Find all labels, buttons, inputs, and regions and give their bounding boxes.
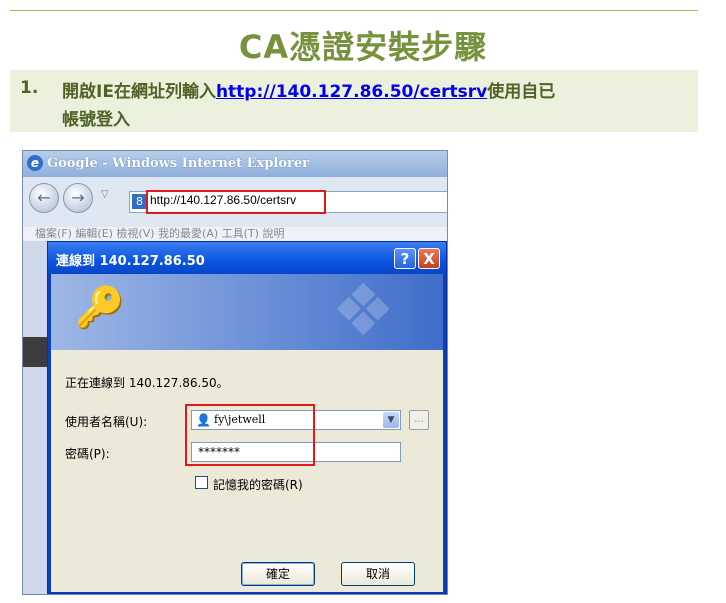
address-highlight-box bbox=[146, 190, 326, 214]
certsrv-link[interactable]: http://140.127.86.50/certsrv bbox=[216, 82, 487, 102]
chevron-down-icon[interactable]: ▽ bbox=[101, 189, 109, 200]
ie-screenshot: e Google - Windows Internet Explorer ← →… bbox=[22, 150, 448, 595]
remember-password-label: 記憶我的密碼(R) bbox=[213, 478, 303, 492]
ie-logo-icon: e bbox=[27, 155, 43, 171]
username-label: 使用者名稱(U): bbox=[65, 415, 148, 429]
close-button[interactable]: X bbox=[418, 248, 440, 269]
dialog-banner: 🔑 ❖ bbox=[51, 274, 443, 350]
step-text-line2: 帳號登入 bbox=[62, 110, 130, 130]
windows-emblem-icon: ❖ bbox=[331, 274, 396, 350]
step-number: 1. bbox=[20, 78, 39, 98]
step-text-before: 開啟IE在網址列輸入 bbox=[62, 82, 216, 102]
remember-password-checkbox[interactable] bbox=[195, 476, 208, 489]
dialog-titlebar: 連線到 140.127.86.50 ? X bbox=[48, 242, 446, 274]
back-arrow-icon[interactable]: ← bbox=[29, 183, 59, 213]
cancel-button[interactable]: 取消 bbox=[341, 562, 415, 586]
connecting-message: 正在連線到 140.127.86.50。 bbox=[65, 376, 229, 390]
ie-titlebar: e Google - Windows Internet Explorer bbox=[23, 151, 447, 177]
login-dialog: 連線到 140.127.86.50 ? X 🔑 ❖ 正在連線到 140.127.… bbox=[47, 241, 447, 594]
chevron-down-icon[interactable]: ▼ bbox=[383, 412, 399, 428]
top-divider bbox=[10, 10, 698, 11]
keys-icon: 🔑 bbox=[75, 285, 125, 331]
ok-button[interactable]: 確定 bbox=[241, 562, 315, 586]
browse-button[interactable]: ... bbox=[409, 410, 429, 430]
forward-arrow-icon[interactable]: → bbox=[63, 183, 93, 213]
password-label: 密碼(P): bbox=[65, 447, 110, 461]
step-text: 開啟IE在網址列輸入http://140.127.86.50/certsrv使用… bbox=[62, 78, 555, 134]
step-text-after: 使用自已 bbox=[487, 82, 556, 102]
ie-window-title: Google - Windows Internet Explorer bbox=[47, 156, 309, 171]
ie-menubar: 檔案(F) 編輯(E) 檢視(V) 我的最愛(A) 工具(T) 說明 bbox=[23, 227, 447, 241]
help-button[interactable]: ? bbox=[394, 248, 416, 269]
ie-side-dark bbox=[23, 337, 47, 367]
ie-side-strip bbox=[23, 241, 47, 594]
page-title: CA憑證安裝步驟 bbox=[238, 28, 488, 66]
dialog-body: 🔑 ❖ 正在連線到 140.127.86.50。 使用者名稱(U): 👤 fy\… bbox=[51, 274, 443, 592]
dialog-title: 連線到 140.127.86.50 bbox=[56, 254, 205, 269]
credentials-highlight-box bbox=[185, 404, 315, 466]
page-icon: 8 bbox=[132, 194, 147, 209]
